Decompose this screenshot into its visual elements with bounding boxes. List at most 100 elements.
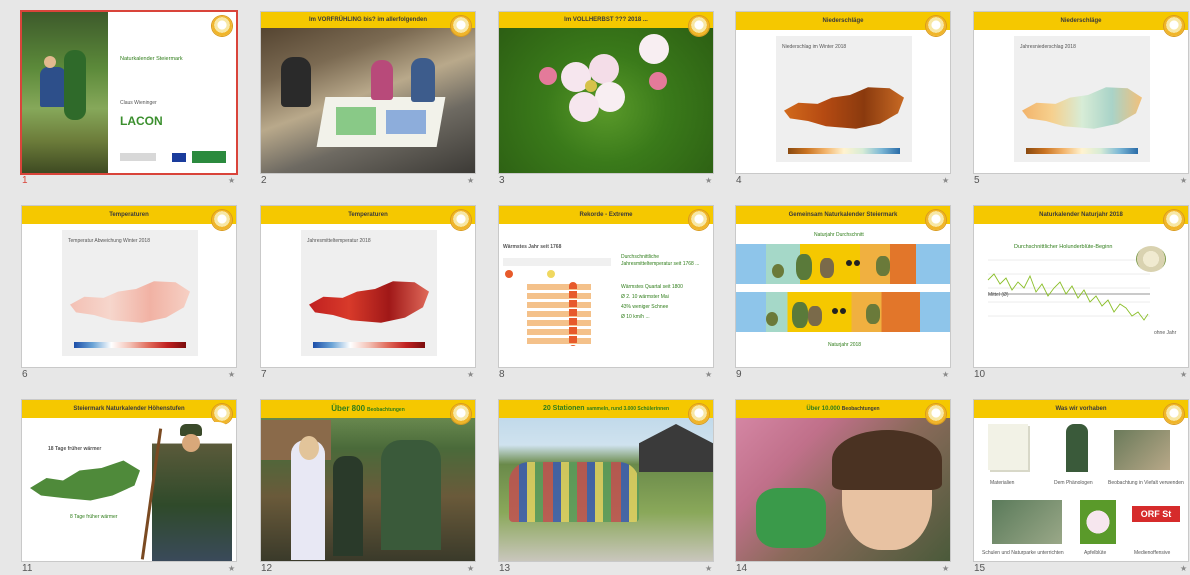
slide-thumbnail-11[interactable]: Steiermark Naturkalender Höhenstufen 18 … xyxy=(22,400,236,561)
legend-colorbar xyxy=(74,342,186,348)
legend-colorbar xyxy=(313,342,425,348)
map-panel: Jahresniederschlag 2018 xyxy=(1014,36,1150,162)
workshop-photo xyxy=(261,12,475,173)
slide-thumbnail-9[interactable]: Gemeinsam Naturkalender Steiermark Natur… xyxy=(736,206,950,367)
slide-number-13: 13 xyxy=(499,563,511,574)
map-subtitle: Jahresniederschlag 2018 xyxy=(1020,44,1076,50)
slide-title-banner: Gemeinsam Naturkalender Steiermark xyxy=(736,206,950,224)
slide-title-big: Über 800 xyxy=(331,404,366,413)
slide-title-banner: Über 10.000 Beobachtungen xyxy=(736,400,950,418)
phenology-band-average xyxy=(736,244,950,284)
slide-number-8: 8 xyxy=(499,369,505,380)
transition-star-icon: ★ xyxy=(705,564,713,573)
slide-number-9: 9 xyxy=(736,369,742,380)
naturkalender-logo-icon xyxy=(926,404,946,424)
phenologist-image xyxy=(1066,424,1088,472)
transition-star-icon: ★ xyxy=(705,370,713,379)
slide-title-small: Beobachtungen xyxy=(841,406,880,412)
naturkalender-logo-icon xyxy=(212,404,232,424)
slide-thumbnail-13[interactable]: 20 Stationen sammeln, rund 3.000 Schüler… xyxy=(499,400,713,561)
item-label-2: Dem Phänologen xyxy=(1054,480,1093,486)
partner-logo xyxy=(192,151,226,163)
farmer-photo xyxy=(152,422,232,561)
transition-star-icon: ★ xyxy=(467,564,475,573)
record-table xyxy=(503,258,611,350)
slide-thumbnail-5[interactable]: Niederschläge Jahresniederschlag 2018 xyxy=(974,12,1188,173)
slide-thumbnail-12[interactable]: Über 800 Beobachtungen xyxy=(261,400,475,561)
map-label-top: 18 Tage früher wärmer xyxy=(48,446,102,452)
naturkalender-logo-icon xyxy=(926,16,946,36)
title-heading: Naturkalender Steiermark xyxy=(120,56,183,62)
slide-thumbnail-4[interactable]: Niederschläge Niederschlag im Winter 201… xyxy=(736,12,950,173)
children-observing-photo xyxy=(261,400,475,561)
item-label-1: Materialien xyxy=(990,480,1015,486)
slide-title-banner: Was wir vorhaben xyxy=(974,400,1188,418)
slide-number-7: 7 xyxy=(261,369,267,380)
slide-thumbnail-10[interactable]: Naturkalender Naturjahr 2018 Durchschnit… xyxy=(974,206,1188,367)
austria-map-precipitation xyxy=(784,87,904,129)
slide-thumbnail-1[interactable]: Naturkalender Steiermark Claus Wieninger… xyxy=(22,12,236,173)
slide-number-4: 4 xyxy=(736,175,742,186)
presenter-name: Claus Wieninger xyxy=(120,100,157,106)
transition-star-icon: ★ xyxy=(942,370,950,379)
slide-title-banner: Temperaturen xyxy=(261,206,475,224)
slide-title-banner: Über 800 Beobachtungen xyxy=(261,400,475,418)
naturkalender-logo-icon xyxy=(926,210,946,230)
slide-thumbnail-8[interactable]: Rekorde - Extreme Wärmstes Jahr seit 176… xyxy=(499,206,713,367)
transition-star-icon: ★ xyxy=(467,176,475,185)
map-subtitle: Niederschlag im Winter 2018 xyxy=(782,44,847,50)
slide-thumbnail-6[interactable]: Temperaturen Temperatur Abweichung Winte… xyxy=(22,206,236,367)
naturkalender-logo-icon xyxy=(1164,404,1184,424)
slide-number-6: 6 xyxy=(22,369,28,380)
eu-flag-icon xyxy=(172,153,186,162)
slide-thumbnail-7[interactable]: Temperaturen Jahresmitteltemperatur 2018 xyxy=(261,206,475,367)
map-subtitle: Jahresmitteltemperatur 2018 xyxy=(307,238,371,244)
schools-image xyxy=(992,500,1062,544)
observation-image xyxy=(1114,430,1170,470)
mean-line-label: Mittel (Ø) xyxy=(988,292,1009,298)
girl-blossom-photo xyxy=(736,400,950,561)
slide-thumbnail-2[interactable]: Im VORFRÜHLING bis? im allerfolgenden xyxy=(261,12,475,173)
austria-map-annual-precipitation xyxy=(1022,87,1142,129)
transition-star-icon: ★ xyxy=(1180,370,1188,379)
slide-thumbnail-14[interactable]: Über 10.000 Beobachtungen xyxy=(736,400,950,561)
naturkalender-logo-icon xyxy=(451,16,471,36)
slide-title-banner: Niederschläge xyxy=(974,12,1188,30)
slide-title-banner: Temperaturen xyxy=(22,206,236,224)
slide-title-banner: Steiermark Naturkalender Höhenstufen xyxy=(22,400,236,418)
naturkalender-logo-icon xyxy=(1164,16,1184,36)
phenology-band-2018 xyxy=(736,292,950,332)
slide-number-2: 2 xyxy=(261,175,267,186)
record-text-3: Ø 2. 10 wärmster Mai xyxy=(621,294,669,300)
slide-title-big: Über 10.000 xyxy=(806,406,841,412)
map-panel: Niederschlag im Winter 2018 xyxy=(776,36,912,162)
slide-number-14: 14 xyxy=(736,563,748,574)
naturkalender-logo-icon xyxy=(689,404,709,424)
record-text-2: Wärmstes Quartal seit 1800 xyxy=(621,284,683,290)
elderflower-icon xyxy=(1136,246,1166,272)
phenology-bottom-label: Naturjahr 2018 xyxy=(828,342,862,348)
austria-map-temperature xyxy=(70,281,190,323)
naturkalender-logo-icon xyxy=(451,404,471,424)
end-label: ohne Jahr xyxy=(1154,330,1177,336)
slide-title-banner: Niederschläge xyxy=(736,12,950,30)
naturkalender-logo-icon xyxy=(212,210,232,230)
slide-thumbnail-15[interactable]: Was wir vorhaben Materialien Dem Phänolo… xyxy=(974,400,1188,561)
item-label-4: Schulen und Naturparke unterrichten xyxy=(982,550,1064,556)
record-text-1: Durchschnittliche Jahresmitteltemperatur… xyxy=(621,254,700,267)
chart-title: Durchschnittlicher Holunderblüte-Beginn xyxy=(1014,244,1113,250)
slide-number-10: 10 xyxy=(974,369,986,380)
slide-number-5: 5 xyxy=(974,175,980,186)
record-text-5: Ø 10 km/h ... xyxy=(621,314,650,320)
transition-star-icon: ★ xyxy=(228,370,236,379)
slide-number-11: 11 xyxy=(22,563,33,574)
naturkalender-logo-icon xyxy=(689,16,709,36)
title-slide-photo xyxy=(22,12,108,173)
transition-star-icon: ★ xyxy=(942,176,950,185)
slide-title-banner: Im VOLLHERBST ??? 2018 ... xyxy=(499,12,713,28)
slide-thumbnail-3[interactable]: Im VOLLHERBST ??? 2018 ... xyxy=(499,12,713,173)
styria-elevation-map xyxy=(30,460,140,501)
lacon-logo: LACON xyxy=(120,114,163,128)
funding-logos xyxy=(120,153,156,161)
naturkalender-logo-icon xyxy=(212,16,232,36)
